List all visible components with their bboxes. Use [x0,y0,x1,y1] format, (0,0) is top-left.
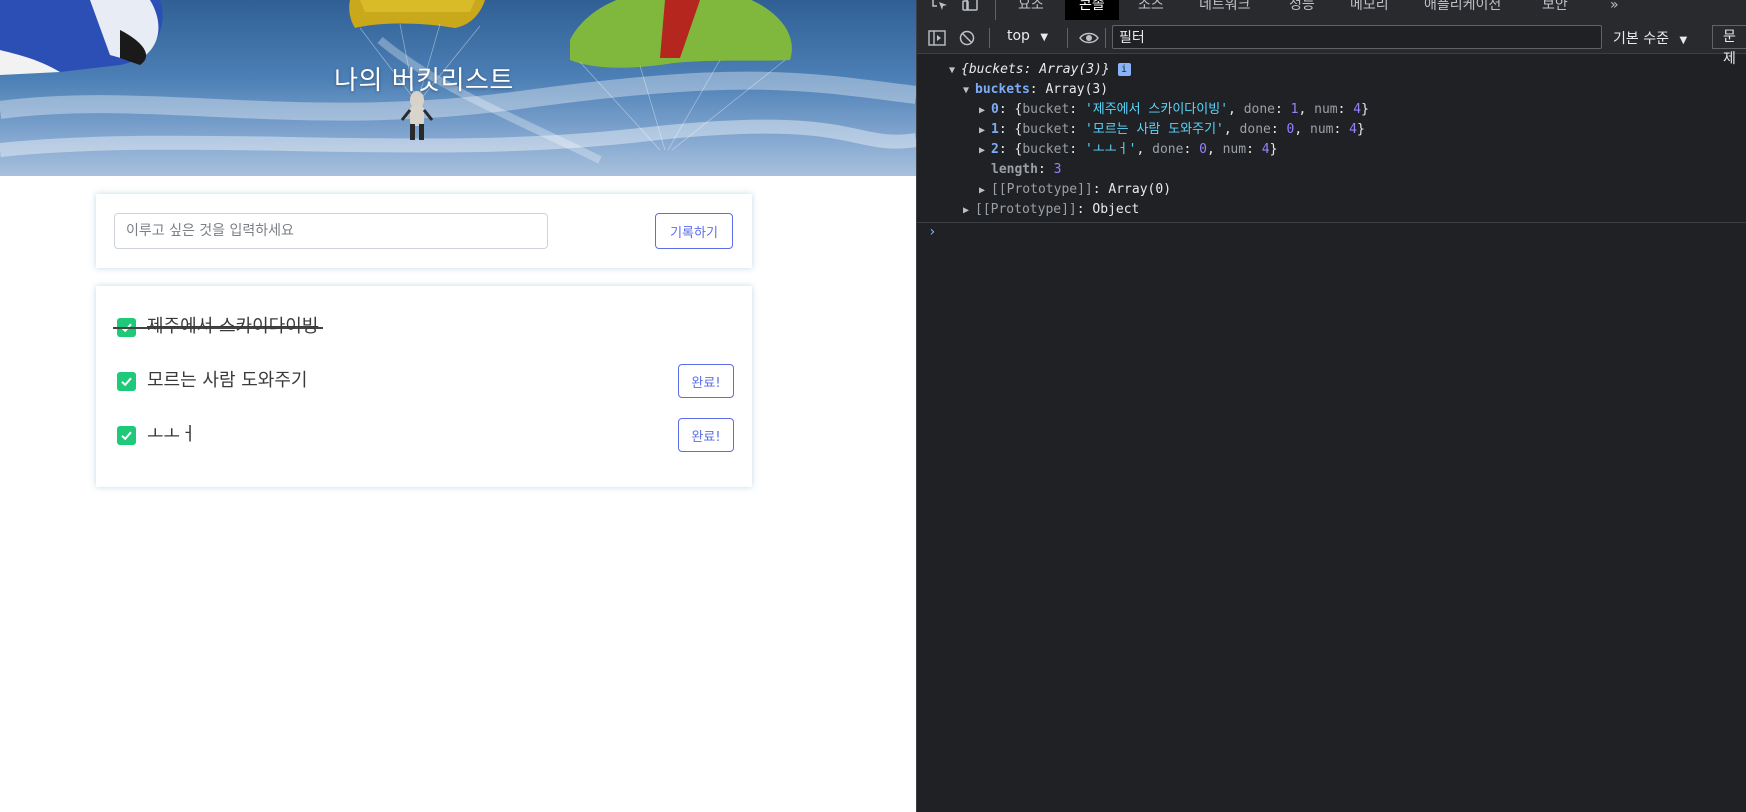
device-toolbar-icon[interactable] [961,0,979,12]
collapse-triangle-icon[interactable]: ▶ [979,121,991,141]
console-prompt-icon[interactable]: › [928,224,936,240]
skydiver-figure [400,91,434,140]
checkbox-checked-icon[interactable] [117,372,136,391]
console-entry-row[interactable]: ▶ 2: {bucket: 'ㅗㅗㅓ', done: 0, num: 4} [979,140,1277,161]
console-entry-row[interactable]: ▶ 1: {bucket: '모르는 사람 도와주기', done: 0, num… [979,120,1365,141]
chevron-down-icon: ▼ [1679,35,1688,46]
console-buckets-row[interactable]: ▼ buckets: Array(3) [963,80,1108,101]
info-icon[interactable]: i [1117,63,1131,76]
item-text: 제주에서 스카이다이빙 [147,316,319,337]
collapse-triangle-icon[interactable]: ▶ [963,201,975,221]
record-button[interactable]: 기록하기 [655,213,733,249]
console-prototype-array-row[interactable]: ▶ [[Prototype]]: Array(0) [979,180,1171,201]
input-card: 기록하기 [96,194,752,268]
log-level-select[interactable]: 기본 수준 ▼ [1613,28,1687,48]
root-object-summary: {buckets: Array(3)} [961,62,1110,77]
expand-triangle-icon[interactable]: ▼ [949,61,961,81]
hero-banner: 나의 버킷리스트 [0,0,916,176]
collapse-triangle-icon[interactable]: ▶ [979,181,991,201]
tab-memory[interactable]: 메모리 [1350,0,1389,20]
list-item: ㅗㅗㅓ 완료! [117,418,734,452]
sidebar-toggle-icon[interactable] [928,30,946,46]
eye-icon[interactable] [1079,31,1099,45]
devtools-panel: 요소 콘솔 소스 네트워크 성능 메모리 애플리케이션 보안 » top ▼ 기… [916,0,1746,812]
devtools-tab-bar: 요소 콘솔 소스 네트워크 성능 메모리 애플리케이션 보안 » [917,0,1746,23]
collapse-triangle-icon[interactable]: ▶ [979,101,991,121]
console-length-row: length: 3 [991,162,1062,177]
console-toolbar: top ▼ 기본 수준 ▼ 문제 [917,22,1746,67]
item-text: ㅗㅗㅓ [147,424,197,445]
log-level-value: 기본 수준 [1613,31,1669,47]
complete-button[interactable]: 완료! [678,364,734,398]
inspect-element-icon[interactable] [931,0,949,12]
tab-console[interactable]: 콘솔 [1065,0,1119,20]
buckets-type: Array(3) [1045,82,1109,97]
console-entry-row[interactable]: ▶ 0: {bucket: '제주에서 스카이다이빙', done: 1, num… [979,100,1369,121]
filter-input[interactable] [1112,25,1602,49]
complete-button[interactable]: 완료! [678,418,734,452]
web-page: 나의 버킷리스트 기록하기 제주에서 스카이다이빙 모르는 사람 도와주기 완료… [0,0,916,812]
expand-triangle-icon[interactable]: ▼ [963,81,975,101]
bucket-input[interactable] [114,213,548,249]
bucket-list-card: 제주에서 스카이다이빙 모르는 사람 도와주기 완료! ㅗㅗㅓ 완료! [96,286,752,487]
list-item: 제주에서 스카이다이빙 [113,310,734,344]
list-item: 모르는 사람 도와주기 완료! [117,364,734,398]
more-tabs-icon[interactable]: » [1610,0,1619,20]
checkbox-checked-icon[interactable] [117,426,136,445]
issues-button[interactable]: 문제 [1712,25,1746,67]
tab-security[interactable]: 보안 [1542,0,1568,20]
chevron-down-icon: ▼ [1040,32,1049,43]
context-value: top [1007,28,1030,44]
tab-network[interactable]: 네트워크 [1199,0,1251,20]
console-prototype-object-row[interactable]: ▶ [[Prototype]]: Object [963,200,1139,221]
item-text: 모르는 사람 도와주기 [147,370,308,391]
collapse-triangle-icon[interactable]: ▶ [979,141,991,161]
console-object-root[interactable]: ▼ {buckets: Array(3)} i [949,60,1131,81]
clear-console-icon[interactable] [959,30,975,46]
page-title: 나의 버킷리스트 [334,66,514,96]
tab-sources[interactable]: 소스 [1138,0,1164,20]
buckets-key: buckets [975,82,1030,97]
tab-application[interactable]: 애플리케이션 [1424,0,1501,20]
console-divider [917,222,1746,223]
tab-performance[interactable]: 성능 [1289,0,1315,20]
context-select[interactable]: top ▼ [1007,28,1048,44]
tab-elements[interactable]: 요소 [1018,0,1044,20]
